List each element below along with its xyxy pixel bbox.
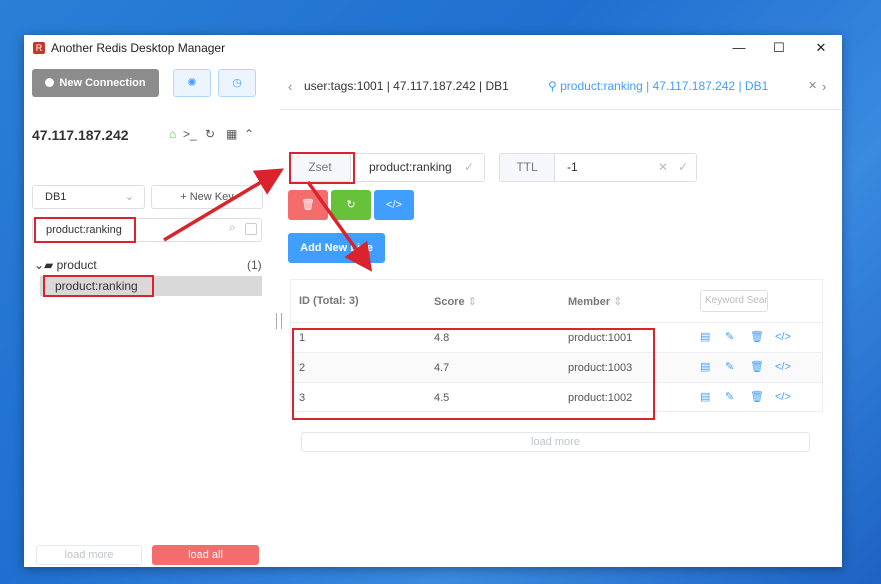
- check-icon[interactable]: ✓: [464, 154, 474, 181]
- table-highlight-box: [292, 328, 655, 420]
- sort-icon[interactable]: ⇕: [468, 296, 477, 308]
- title-bar: R Another Redis Desktop Manager — ☐ ✕: [24, 35, 842, 61]
- gear-icon: ✺: [187, 77, 197, 89]
- server-name[interactable]: 47.117.187.242: [32, 127, 129, 143]
- tree-folder[interactable]: ⌄▰ product: [34, 258, 97, 272]
- new-connection-button[interactable]: New Connection: [32, 69, 159, 97]
- new-connection-label: New Connection: [59, 77, 146, 89]
- code-icon[interactable]: </>: [775, 331, 800, 343]
- search-icon[interactable]: ⌕: [229, 220, 236, 235]
- row-actions: ▤ ✎ 🗑 </>: [700, 390, 800, 403]
- tab-scroll-right-icon[interactable]: ›: [822, 79, 826, 94]
- load-all-keys-button[interactable]: load all: [152, 545, 259, 565]
- view-icon[interactable]: ▤: [700, 330, 725, 343]
- refresh-key-button[interactable]: ↻: [331, 190, 371, 220]
- edit-icon[interactable]: ✎: [725, 390, 750, 403]
- load-more-members-button[interactable]: load more: [301, 432, 810, 452]
- sidebar: New Connection ✺ ◷ 47.117.187.242 ⌂ >_ ↻…: [24, 61, 267, 567]
- folder-count: (1): [247, 258, 262, 272]
- ttl-value: -1: [567, 160, 578, 174]
- column-header-member[interactable]: Member ⇕: [568, 295, 622, 308]
- tab-product-ranking-label: product:ranking | 47.117.187.242 | DB1: [560, 79, 769, 93]
- row-actions: ▤ ✎ 🗑 </>: [700, 330, 800, 343]
- filter-highlight-box: [34, 217, 136, 243]
- exact-match-checkbox[interactable]: [245, 223, 257, 235]
- leaf-highlight-box: [43, 275, 154, 297]
- close-button[interactable]: ✕: [806, 38, 836, 58]
- tab-close-icon[interactable]: ✕: [808, 79, 817, 92]
- terminal-icon[interactable]: >_: [183, 127, 197, 141]
- main-panel: ‹ user:tags:1001 | 47.117.187.242 | DB1 …: [280, 61, 842, 567]
- row-actions: ▤ ✎ 🗑 </>: [700, 360, 800, 373]
- grid-icon[interactable]: ▦: [226, 127, 237, 141]
- tab-user-tags[interactable]: user:tags:1001 | 47.117.187.242 | DB1: [304, 79, 509, 93]
- chevron-down-icon: ⌄: [124, 191, 134, 203]
- app-logo-icon: R: [33, 42, 45, 54]
- window-title: Another Redis Desktop Manager: [51, 41, 226, 55]
- key-icon: ⚲: [548, 79, 561, 93]
- db-select-value: DB1: [45, 191, 67, 203]
- clock-icon: ◷: [232, 77, 242, 89]
- trash-icon: 🗑: [301, 199, 315, 211]
- sort-icon[interactable]: ⇕: [613, 296, 622, 308]
- tab-divider: [280, 109, 842, 110]
- view-icon[interactable]: ▤: [700, 360, 725, 373]
- dump-command-button[interactable]: </>: [374, 190, 414, 220]
- refresh-icon: ↻: [346, 199, 356, 211]
- column-header-id: ID (Total: 3): [299, 295, 359, 307]
- code-icon: </>: [386, 199, 402, 211]
- maximize-button[interactable]: ☐: [764, 38, 794, 58]
- ttl-input[interactable]: -1 ✕ ✓: [555, 153, 697, 182]
- history-button[interactable]: ◷: [218, 69, 256, 97]
- trash-icon[interactable]: 🗑: [750, 330, 775, 343]
- tab-product-ranking[interactable]: ⚲ product:ranking | 47.117.187.242 | DB1: [548, 79, 768, 93]
- trash-icon[interactable]: 🗑: [750, 390, 775, 403]
- ttl-label: TTL: [499, 153, 555, 182]
- folder-name: product: [56, 258, 97, 272]
- folder-open-icon: ⌄▰: [34, 258, 57, 272]
- code-icon[interactable]: </>: [775, 361, 800, 373]
- db-select[interactable]: DB1 ⌄: [32, 185, 145, 209]
- chevron-up-icon[interactable]: ⌃: [244, 127, 254, 141]
- settings-button[interactable]: ✺: [173, 69, 211, 97]
- add-new-line-button[interactable]: Add New Line: [288, 233, 385, 263]
- new-key-button[interactable]: + New Key: [151, 185, 263, 209]
- clear-icon[interactable]: ✕: [658, 154, 668, 181]
- type-highlight-box: [289, 152, 355, 184]
- delete-key-button[interactable]: 🗑: [288, 190, 328, 220]
- code-icon[interactable]: </>: [775, 391, 800, 403]
- view-icon[interactable]: ▤: [700, 390, 725, 403]
- key-name-value: product:ranking: [369, 160, 452, 174]
- app-window: R Another Redis Desktop Manager — ☐ ✕ Ne…: [24, 35, 842, 567]
- plus-icon: [45, 78, 55, 87]
- refresh-icon[interactable]: ↻: [205, 127, 215, 141]
- trash-icon[interactable]: 🗑: [750, 360, 775, 373]
- minimize-button[interactable]: —: [724, 38, 754, 58]
- edit-icon[interactable]: ✎: [725, 360, 750, 373]
- tab-scroll-left-icon[interactable]: ‹: [288, 79, 292, 94]
- edit-icon[interactable]: ✎: [725, 330, 750, 343]
- keyword-search-input[interactable]: Keyword Search: [700, 290, 768, 312]
- column-header-score[interactable]: Score ⇕: [434, 295, 477, 308]
- load-more-keys-button[interactable]: load more: [36, 545, 142, 565]
- check-icon[interactable]: ✓: [678, 154, 688, 181]
- home-icon[interactable]: ⌂: [169, 127, 176, 141]
- key-name-input[interactable]: product:ranking ✓: [355, 153, 485, 182]
